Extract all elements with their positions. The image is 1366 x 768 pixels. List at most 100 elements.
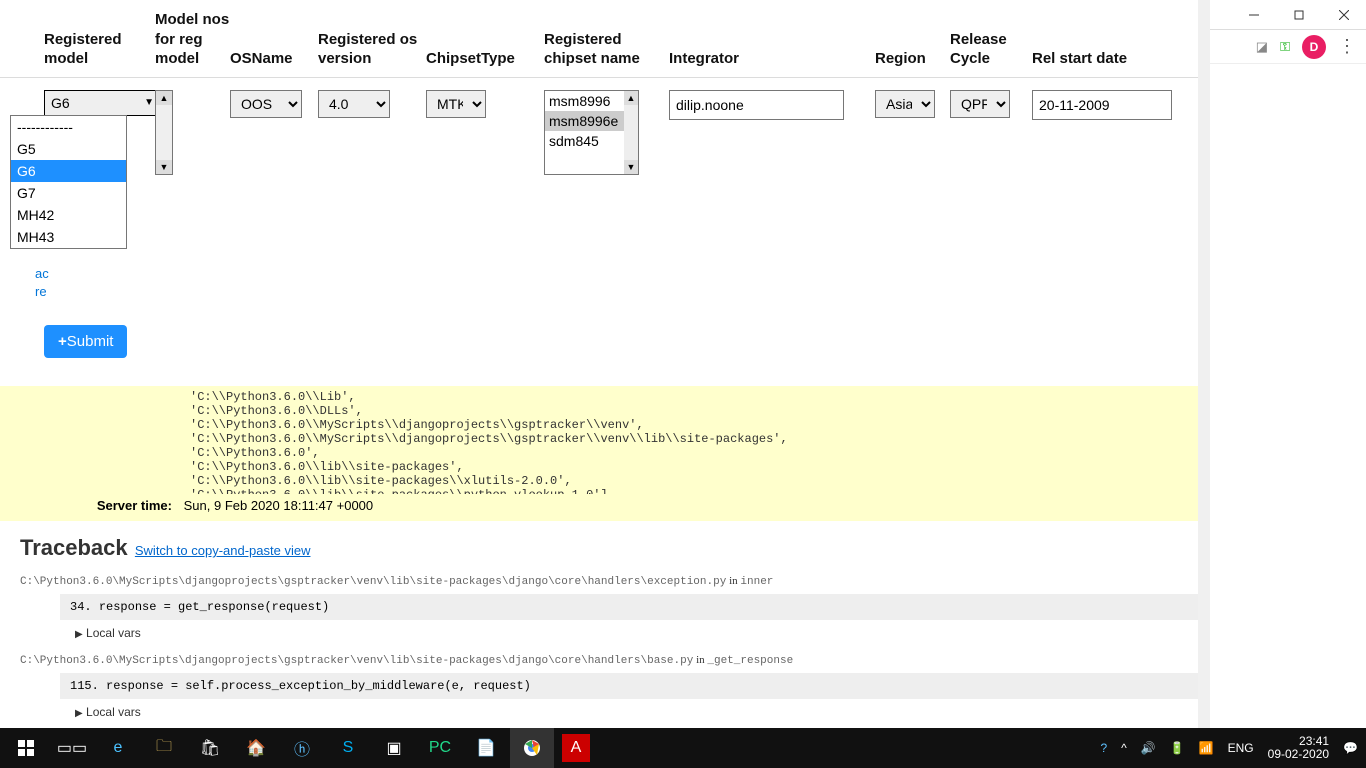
chipset-name-listbox[interactable]: msm8996 msm8996e sdm845 ▲ ▼ xyxy=(544,90,639,175)
partial-label-re: re xyxy=(35,283,49,301)
chipset-type-select[interactable]: MTK xyxy=(426,90,486,118)
language-indicator[interactable]: ENG xyxy=(1228,741,1254,755)
regmodel-option[interactable]: MH42 xyxy=(11,204,126,226)
header-rel-start-date: Rel start date xyxy=(1032,49,1180,69)
window-maximize-button[interactable] xyxy=(1276,0,1321,30)
header-chipset-name: Registered chipset name xyxy=(544,30,669,69)
header-integrator: Integrator xyxy=(669,49,875,69)
syspath-line: 'C:\\Python3.6.0\\MyScripts\\djangoproje… xyxy=(190,432,1326,446)
region-select[interactable]: Asia xyxy=(875,90,935,118)
profile-avatar[interactable]: D xyxy=(1302,35,1326,59)
task-view-icon[interactable]: ▭▭ xyxy=(50,728,94,768)
partial-label-ac: ac xyxy=(35,265,49,283)
windows-taskbar: ▭▭ e 🗀 🛍 🏠 ⓗ S ▣ PC 📄 A ? ^ 🔊 🔋 📶 ENG 23… xyxy=(0,728,1366,768)
volume-icon[interactable]: 🔊 xyxy=(1141,741,1156,755)
regmodel-option[interactable]: MH43 xyxy=(11,226,126,248)
triangle-right-icon: ▶ xyxy=(75,629,83,640)
server-time-label: Server time: xyxy=(0,498,180,513)
traceback-local-vars-toggle[interactable]: ▶ Local vars xyxy=(75,626,1346,640)
battery-icon[interactable]: 🔋 xyxy=(1170,741,1185,755)
os-version-select[interactable]: 4.0 xyxy=(318,90,390,118)
traceback-switch-link[interactable]: Switch to copy-and-paste view xyxy=(135,543,311,558)
submit-button[interactable]: +Submit xyxy=(44,325,127,358)
scroll-down-icon[interactable]: ▼ xyxy=(156,160,172,174)
syspath-line: 'C:\\Python3.6.0\\MyScripts\\djangoproje… xyxy=(190,418,1326,432)
browser-toolbar-right: ◪ ⚿ D ⋮ xyxy=(1210,30,1366,64)
traceback-section: Traceback Switch to copy-and-paste view … xyxy=(0,525,1366,729)
start-button[interactable] xyxy=(4,728,48,768)
edge-icon[interactable]: e xyxy=(96,728,140,768)
triangle-right-icon: ▶ xyxy=(75,708,83,719)
tray-chevron-up-icon[interactable]: ^ xyxy=(1121,741,1127,755)
release-cycle-select[interactable]: QPF xyxy=(950,90,1010,118)
server-time-value: Sun, 9 Feb 2020 18:11:47 +0000 xyxy=(184,498,374,513)
extensions-icon[interactable]: ◪ xyxy=(1256,39,1268,55)
regmodel-option[interactable]: G7 xyxy=(11,182,126,204)
page-scrollbar[interactable] xyxy=(1198,0,1210,728)
registered-model-select[interactable]: G6 ▼ xyxy=(44,90,161,116)
traceback-code: response = get_response(request) xyxy=(99,600,329,614)
traceback-lineno: 115. xyxy=(70,679,99,693)
action-center-icon[interactable]: 💬 xyxy=(1343,741,1358,755)
scroll-down-icon[interactable]: ▼ xyxy=(624,160,638,174)
header-model-nos: Model nos for reg model xyxy=(155,10,230,69)
model-nos-listbox[interactable]: ▲ ▼ xyxy=(155,90,173,175)
scroll-up-icon[interactable]: ▲ xyxy=(156,91,172,105)
acrobat-icon[interactable]: A xyxy=(562,734,590,762)
syspath-line: 'C:\\Python3.6.0\\Lib', xyxy=(190,390,1326,404)
header-chipset-type: ChipsetType xyxy=(426,49,544,69)
notepad-icon[interactable]: 📄 xyxy=(464,728,508,768)
window-minimize-button[interactable] xyxy=(1231,0,1276,30)
terminal-icon[interactable]: ▣ xyxy=(372,728,416,768)
left-truncated-labels: ac re xyxy=(35,265,49,301)
traceback-local-vars-toggle[interactable]: ▶ Local vars xyxy=(75,705,1346,719)
window-close-button[interactable] xyxy=(1321,0,1366,30)
traceback-code: response = self.process_exception_by_mid… xyxy=(106,679,531,693)
header-region: Region xyxy=(875,49,950,69)
wifi-icon[interactable]: 📶 xyxy=(1199,741,1214,755)
form-headers-row: Registered model Model nos for reg model… xyxy=(0,10,1210,78)
file-explorer-icon[interactable]: 🗀 xyxy=(142,728,186,768)
syspath-line: 'C:\\Python3.6.0\\lib\\site-packages', xyxy=(190,460,1326,474)
traceback-heading: Traceback xyxy=(20,535,128,561)
traceback-frame-path: C:\Python3.6.0\MyScripts\djangoprojects\… xyxy=(20,575,1346,588)
home-icon[interactable]: 🏠 xyxy=(234,728,278,768)
registered-model-value: G6 xyxy=(51,95,70,111)
help-icon[interactable]: ? xyxy=(1100,741,1107,755)
listbox-scrollbar[interactable]: ▲ ▼ xyxy=(624,91,638,174)
regmodel-option[interactable]: G6 xyxy=(11,160,126,182)
registered-model-dropdown-list[interactable]: ------------ G5 G6 G7 MH42 MH43 xyxy=(10,115,127,249)
form-panel: Registered model Model nos for reg model… xyxy=(0,0,1210,175)
plus-icon: + xyxy=(58,333,67,350)
traceback-lineno: 34. xyxy=(70,600,92,614)
window-titlebar xyxy=(1210,0,1366,30)
store-icon[interactable]: 🛍 xyxy=(188,728,232,768)
header-release-cycle: Release Cycle xyxy=(950,30,1032,69)
traceback-code-line: 34. response = get_response(request) … xyxy=(60,594,1306,620)
scroll-up-icon[interactable]: ▲ xyxy=(624,91,638,105)
server-time-row: Server time: Sun, 9 Feb 2020 18:11:47 +0… xyxy=(0,494,1366,521)
chevron-down-icon: ▼ xyxy=(144,97,154,108)
syspath-line: 'C:\\Python3.6.0\\DLLs', xyxy=(190,404,1326,418)
traceback-frame-path: C:\Python3.6.0\MyScripts\djangoprojects\… xyxy=(20,654,1346,667)
password-key-icon[interactable]: ⚿ xyxy=(1280,39,1290,55)
hp-icon[interactable]: ⓗ xyxy=(280,728,324,768)
browser-rightpane xyxy=(1210,64,1366,728)
pycharm-icon[interactable]: PC xyxy=(418,728,462,768)
header-registered-model: Registered model xyxy=(10,30,155,69)
taskbar-clock[interactable]: 23:41 09-02-2020 xyxy=(1268,735,1329,761)
chrome-icon[interactable] xyxy=(510,728,554,768)
form-inputs-row: G6 ▼ ------------ G5 G6 G7 MH42 MH43 ▲ ▼… xyxy=(0,78,1210,175)
syspath-line: 'C:\\Python3.6.0\\lib\\site-packages\\xl… xyxy=(190,474,1326,488)
submit-button-label: Submit xyxy=(67,333,114,350)
header-os-version: Registered os version xyxy=(318,30,426,69)
regmodel-option[interactable]: ------------ xyxy=(11,116,126,138)
header-osname: OSName xyxy=(230,49,318,69)
integrator-input[interactable] xyxy=(669,90,844,120)
browser-menu-icon[interactable]: ⋮ xyxy=(1338,36,1356,57)
skype-icon[interactable]: S xyxy=(326,728,370,768)
rel-start-date-input[interactable] xyxy=(1032,90,1172,120)
syspath-line: 'C:\\Python3.6.0', xyxy=(190,446,1326,460)
regmodel-option[interactable]: G5 xyxy=(11,138,126,160)
osname-select[interactable]: OOS xyxy=(230,90,302,118)
